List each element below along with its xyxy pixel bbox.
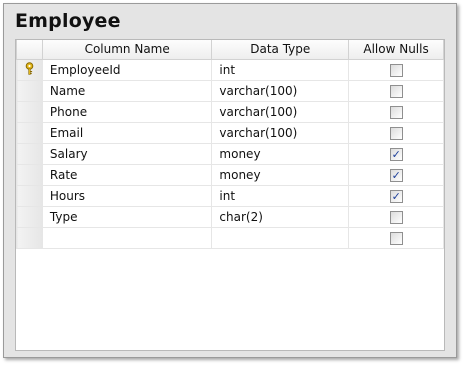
row-selector-header [16, 40, 43, 60]
columns-grid: Column Name Data Type Allow Nulls Employ… [16, 40, 444, 249]
data-type-cell[interactable]: varchar(100) [211, 100, 350, 123]
allow-nulls-checkbox[interactable] [389, 126, 403, 140]
column-name-cell[interactable]: Type [41, 205, 213, 228]
data-type-cell[interactable]: char(2) [211, 205, 350, 228]
data-type-cell[interactable]: varchar(100) [211, 121, 350, 144]
column-name-cell[interactable]: Rate [41, 163, 213, 186]
data-type-cell[interactable]: int [211, 58, 350, 81]
allow-nulls-checkbox[interactable] [389, 105, 403, 119]
allow-nulls-cell [348, 58, 444, 81]
columns-grid-panel: Column Name Data Type Allow Nulls Employ… [15, 39, 445, 351]
allow-nulls-cell [348, 163, 444, 186]
allow-nulls-checkbox[interactable] [389, 147, 403, 161]
data-type-cell[interactable] [211, 226, 350, 249]
allow-nulls-checkbox[interactable] [389, 210, 403, 224]
table-row[interactable]: Type char(2) [16, 205, 444, 228]
allow-nulls-cell [348, 205, 444, 228]
data-type-cell[interactable]: money [211, 163, 350, 186]
row-selector[interactable] [16, 142, 43, 165]
allow-nulls-checkbox[interactable] [389, 189, 403, 203]
key-icon [24, 61, 35, 78]
row-selector[interactable] [16, 184, 43, 207]
table-row[interactable]: Hours int [16, 184, 444, 207]
allow-nulls-cell [348, 100, 444, 123]
table-row[interactable]: EmployeeId int [16, 58, 444, 81]
column-name-cell[interactable]: Name [41, 79, 213, 102]
column-name-header[interactable]: Column Name [41, 40, 213, 60]
row-selector[interactable] [16, 100, 43, 123]
row-selector[interactable] [16, 163, 43, 186]
table-row[interactable]: Salary money [16, 142, 444, 165]
row-selector[interactable] [16, 79, 43, 102]
column-name-cell[interactable]: Email [41, 121, 213, 144]
column-name-cell[interactable]: Hours [41, 184, 213, 207]
table-row[interactable]: Email varchar(100) [16, 121, 444, 144]
grid-body: EmployeeId int Name varchar(100) Phone varcha… [16, 58, 444, 249]
column-name-cell[interactable]: Salary [41, 142, 213, 165]
data-type-cell[interactable]: varchar(100) [211, 79, 350, 102]
table-title: Employee [15, 10, 121, 32]
table-row[interactable] [16, 226, 444, 249]
column-name-cell[interactable] [41, 226, 213, 249]
row-selector[interactable] [16, 226, 43, 249]
allow-nulls-cell [348, 121, 444, 144]
grid-header-row: Column Name Data Type Allow Nulls [16, 40, 444, 60]
data-type-cell[interactable]: money [211, 142, 350, 165]
allow-nulls-header[interactable]: Allow Nulls [348, 40, 444, 60]
allow-nulls-checkbox[interactable] [389, 84, 403, 98]
data-type-cell[interactable]: int [211, 184, 350, 207]
allow-nulls-checkbox[interactable] [389, 63, 403, 77]
table-designer-window: Employee Column Name Data Type Allow Nul… [3, 3, 457, 358]
table-row[interactable]: Rate money [16, 163, 444, 186]
row-selector[interactable] [16, 121, 43, 144]
allow-nulls-cell [348, 184, 444, 207]
column-name-cell[interactable]: Phone [41, 100, 213, 123]
allow-nulls-cell [348, 79, 444, 102]
row-selector[interactable] [16, 205, 43, 228]
allow-nulls-cell [348, 226, 444, 249]
allow-nulls-cell [348, 142, 444, 165]
allow-nulls-checkbox[interactable] [389, 168, 403, 182]
table-row[interactable]: Name varchar(100) [16, 79, 444, 102]
row-selector[interactable] [16, 58, 43, 81]
data-type-header[interactable]: Data Type [211, 40, 350, 60]
column-name-cell[interactable]: EmployeeId [41, 58, 213, 81]
allow-nulls-checkbox[interactable] [389, 231, 403, 245]
table-row[interactable]: Phone varchar(100) [16, 100, 444, 123]
